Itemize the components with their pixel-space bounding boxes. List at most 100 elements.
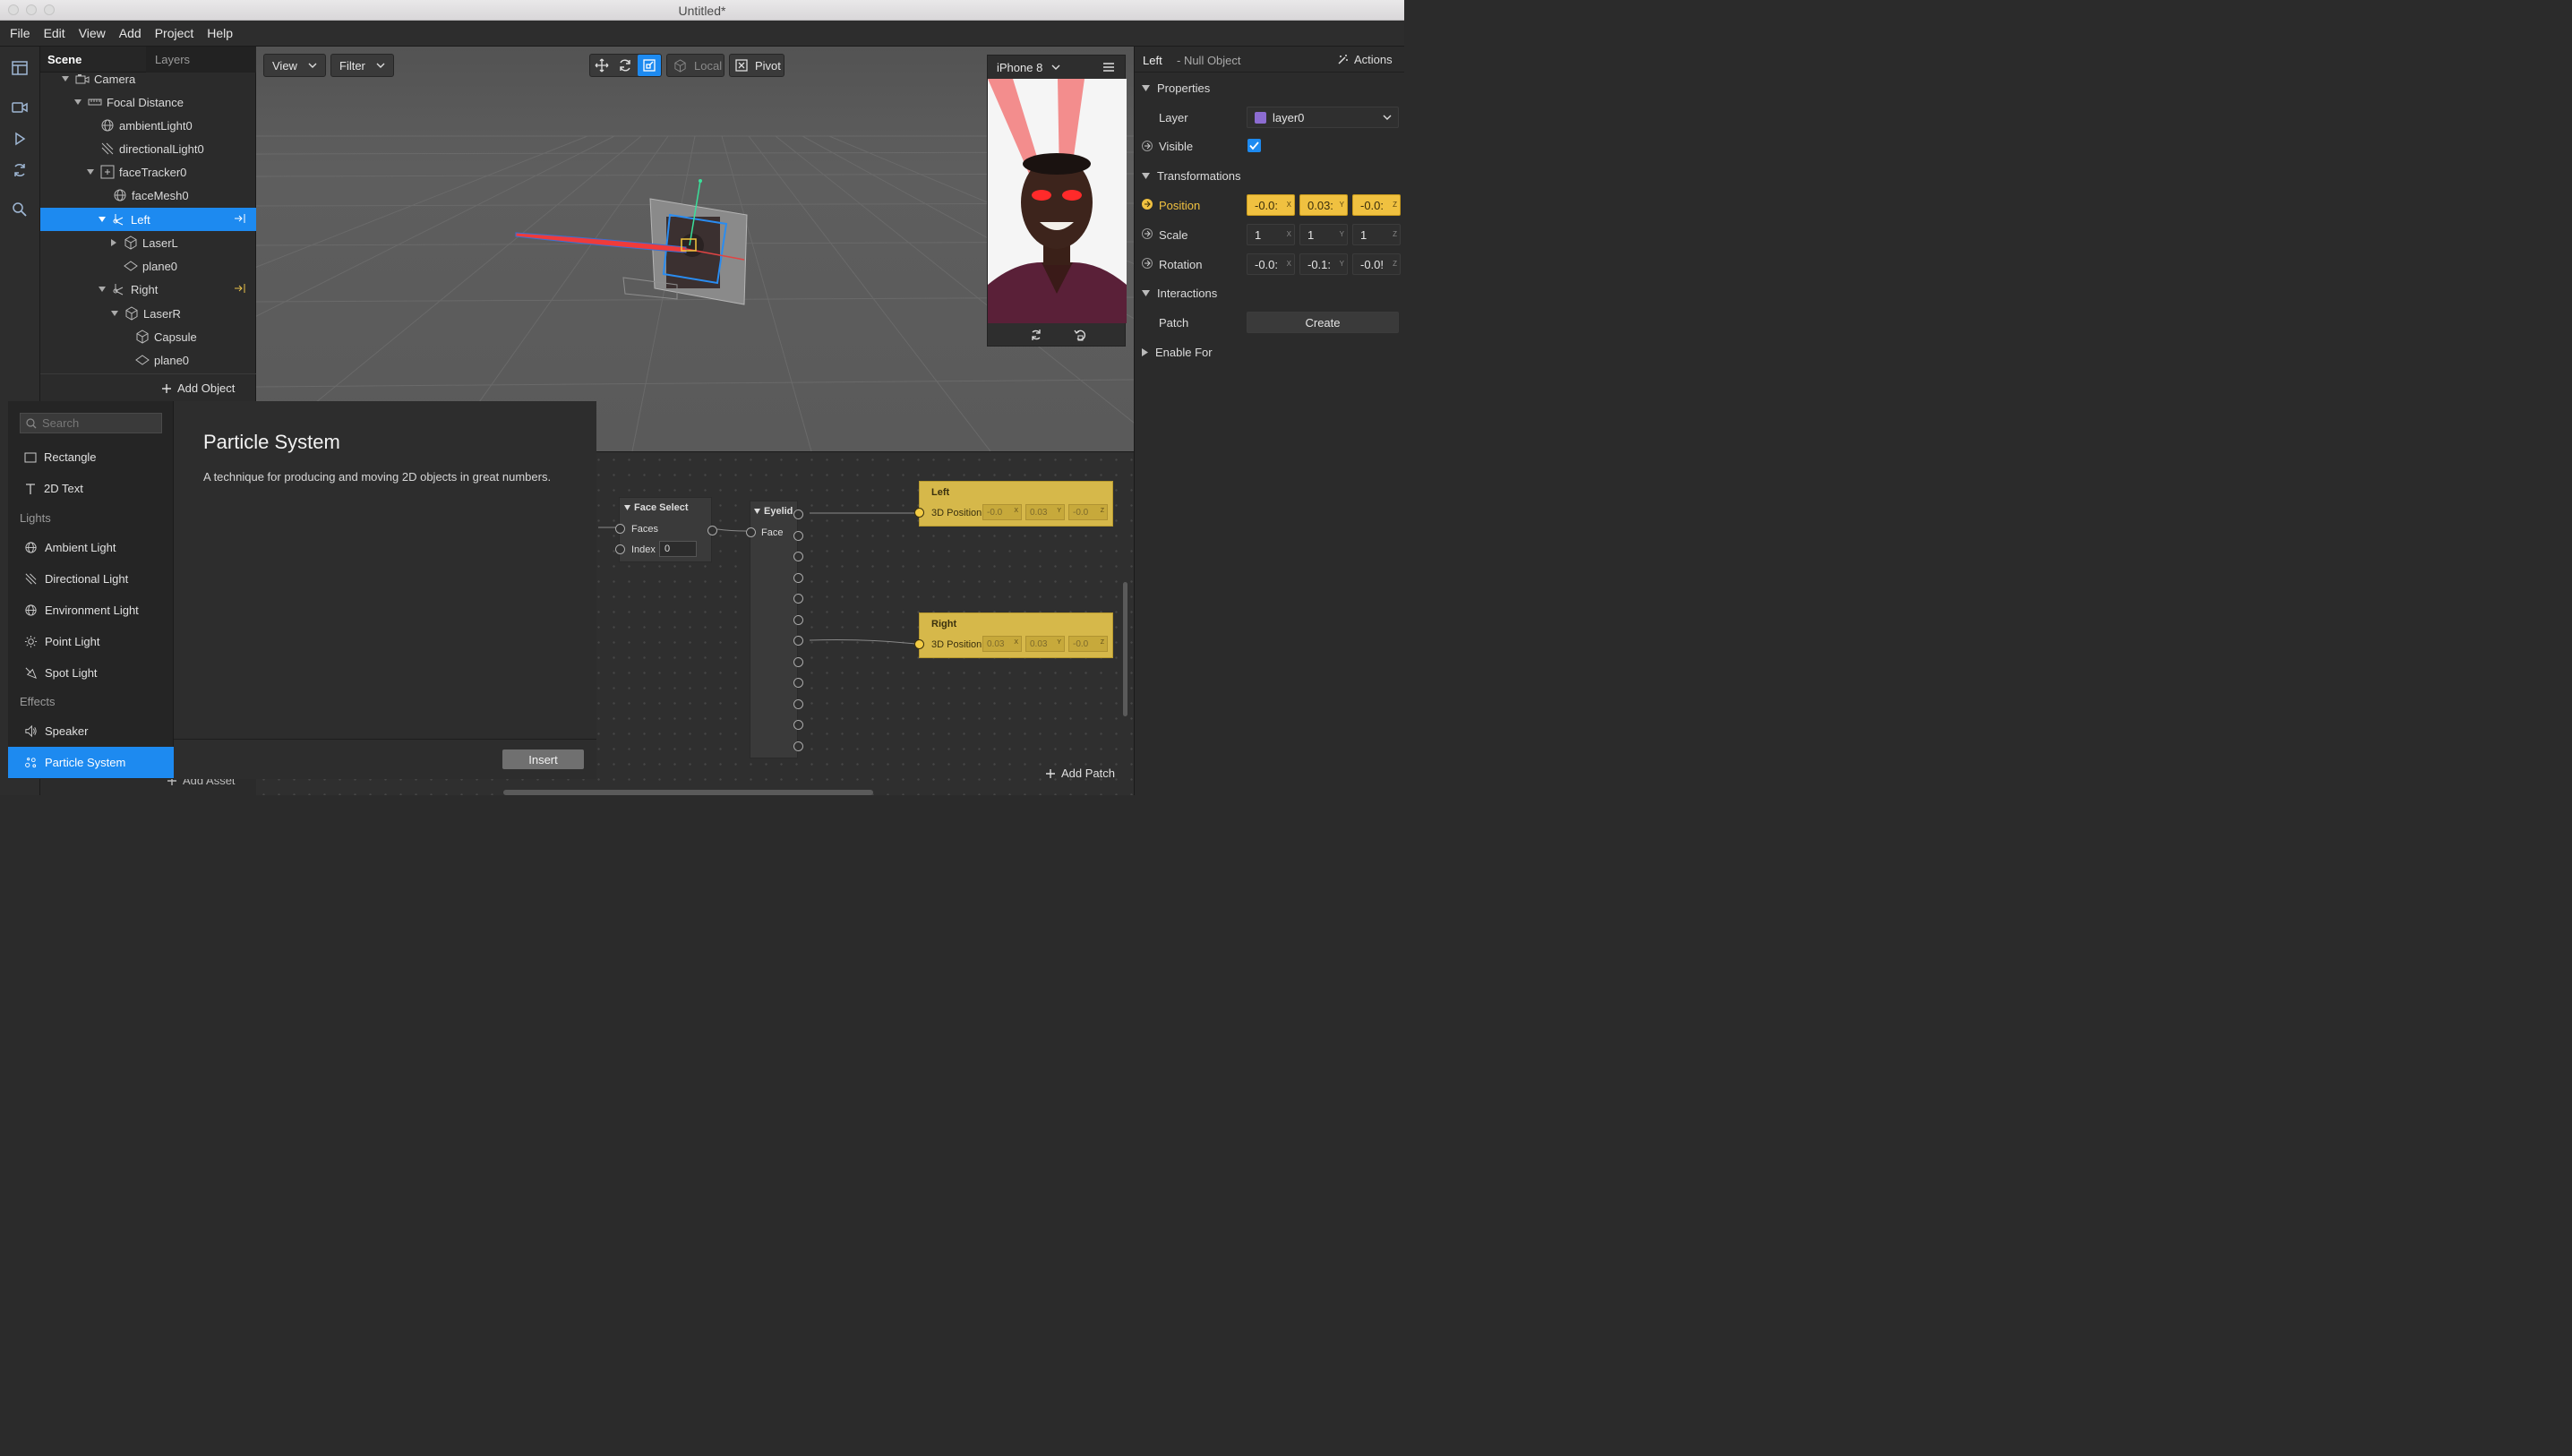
- item-spot-light[interactable]: Spot Light: [8, 657, 174, 689]
- tree-item-face-tracker[interactable]: faceTracker0: [40, 160, 256, 184]
- tree-item-capsule[interactable]: Capsule: [40, 325, 256, 348]
- reset-orientation-icon[interactable]: [1074, 329, 1086, 341]
- vertical-scrollbar[interactable]: [1123, 582, 1127, 716]
- eyelid-output-port[interactable]: [793, 552, 803, 561]
- scale-tool-icon[interactable]: [637, 55, 661, 76]
- item-speaker[interactable]: Speaker: [8, 715, 174, 747]
- item-directional-light[interactable]: Directional Light: [8, 563, 174, 595]
- tab-scene[interactable]: Scene: [47, 53, 81, 66]
- search-icon[interactable]: [11, 201, 29, 218]
- left-position-patch[interactable]: Left 3D Position -0.0 X 0.03 Y -0.0 Z: [914, 481, 1113, 527]
- eyelid-output-port[interactable]: [793, 720, 803, 730]
- create-patch-button[interactable]: Create: [1247, 312, 1399, 333]
- eyelid-output-port[interactable]: [793, 698, 803, 709]
- eyelid-output-port[interactable]: [793, 656, 803, 667]
- left-3d-position-port[interactable]: [914, 508, 924, 518]
- item-rectangle[interactable]: Rectangle: [8, 441, 174, 473]
- menu-project[interactable]: Project: [155, 26, 194, 40]
- play-icon[interactable]: [11, 130, 29, 148]
- hamburger-menu-icon[interactable]: [1103, 63, 1114, 72]
- item-2d-text[interactable]: 2D Text: [8, 473, 174, 504]
- expand-arrow-icon[interactable]: [86, 167, 95, 176]
- scale-z-field[interactable]: 1Z: [1352, 224, 1401, 245]
- menu-view[interactable]: View: [79, 26, 106, 40]
- right-z-field[interactable]: -0.0 Z: [1068, 636, 1108, 652]
- connect-arrow-icon[interactable]: [1142, 199, 1153, 210]
- eyelid-output-port[interactable]: [793, 636, 803, 646]
- tree-item-plane0-right[interactable]: plane0: [40, 348, 256, 372]
- eyelid-output-port[interactable]: [793, 530, 803, 541]
- face-input-port[interactable]: [746, 527, 756, 537]
- visible-checkbox[interactable]: [1247, 139, 1261, 152]
- face-select-patch[interactable]: Face Select Faces Index 0: [615, 497, 717, 562]
- local-button[interactable]: Local: [666, 54, 724, 77]
- position-y-field[interactable]: 0.03: Y: [1299, 194, 1348, 216]
- rotate-tool-icon[interactable]: [613, 55, 637, 76]
- tree-item-left[interactable]: Left: [40, 208, 256, 231]
- filter-dropdown[interactable]: Filter: [330, 54, 394, 77]
- tree-item-focal-distance[interactable]: Focal Distance: [40, 90, 256, 114]
- expand-arrow-icon[interactable]: [110, 309, 119, 318]
- insert-button[interactable]: Insert: [502, 749, 584, 769]
- expand-arrow-icon[interactable]: [98, 215, 107, 224]
- rotate-device-icon[interactable]: [1030, 329, 1042, 341]
- face-output-port[interactable]: [707, 526, 717, 535]
- menu-file[interactable]: File: [10, 26, 30, 40]
- expand-arrow-icon[interactable]: [61, 74, 70, 83]
- tab-layers[interactable]: Layers: [155, 53, 190, 66]
- connect-arrow-icon[interactable]: [1142, 141, 1153, 151]
- tree-item-directional-light[interactable]: directionalLight0: [40, 137, 256, 160]
- rotation-z-field[interactable]: -0.0! Z: [1352, 253, 1401, 275]
- menu-help[interactable]: Help: [207, 26, 233, 40]
- index-input[interactable]: 0: [659, 541, 697, 557]
- left-x-field[interactable]: -0.0 X: [982, 504, 1022, 520]
- item-environment-light[interactable]: Environment Light: [8, 595, 174, 626]
- move-tool-icon[interactable]: [590, 55, 613, 76]
- menu-edit[interactable]: Edit: [44, 26, 65, 40]
- connect-arrow-icon[interactable]: [1142, 258, 1153, 269]
- tree-item-laserr[interactable]: LaserR: [40, 302, 256, 325]
- position-x-field[interactable]: -0.0: X: [1247, 194, 1295, 216]
- scale-y-field[interactable]: 1Y: [1299, 224, 1348, 245]
- search-input[interactable]: Search: [20, 413, 162, 433]
- tree-item-ambient-light[interactable]: ambientLight0: [40, 114, 256, 137]
- expand-arrow-icon[interactable]: [98, 285, 107, 294]
- video-icon[interactable]: [11, 98, 29, 116]
- eyelid-output-port[interactable]: [793, 510, 803, 519]
- tree-item-plane0[interactable]: plane0: [40, 254, 256, 278]
- link-arrow-icon[interactable]: [234, 213, 246, 224]
- add-patch-button[interactable]: Add Patch: [1045, 767, 1115, 780]
- rotation-y-field[interactable]: -0.1: Y: [1299, 253, 1348, 275]
- transformations-section[interactable]: Transformations: [1142, 169, 1240, 183]
- eyelid-output-port[interactable]: [793, 594, 803, 604]
- menu-add[interactable]: Add: [119, 26, 141, 40]
- right-position-patch[interactable]: Right 3D Position 0.03 X 0.03 Y -0.0 Z: [914, 612, 1113, 658]
- item-point-light[interactable]: Point Light: [8, 626, 174, 657]
- eyelid-output-port[interactable]: [793, 614, 803, 625]
- actions-button[interactable]: Actions: [1337, 53, 1393, 66]
- right-x-field[interactable]: 0.03 X: [982, 636, 1022, 652]
- interactions-section[interactable]: Interactions: [1142, 287, 1217, 300]
- add-object-button[interactable]: Add Object: [161, 381, 235, 395]
- item-particle-system[interactable]: Particle System: [8, 747, 174, 778]
- right-y-field[interactable]: 0.03 Y: [1025, 636, 1065, 652]
- position-z-field[interactable]: -0.0: Z: [1352, 194, 1401, 216]
- tree-item-right[interactable]: Right: [40, 278, 256, 301]
- tree-item-face-mesh[interactable]: faceMesh0: [40, 184, 256, 207]
- eyelid-patch[interactable]: Eyelid Face: [746, 501, 803, 758]
- eyelid-output-port[interactable]: [793, 678, 803, 688]
- horizontal-scrollbar[interactable]: [503, 790, 873, 795]
- layer-dropdown[interactable]: layer0: [1247, 107, 1399, 128]
- properties-section[interactable]: Properties: [1142, 81, 1210, 95]
- collapsed-arrow-icon[interactable]: [109, 238, 118, 247]
- left-y-field[interactable]: 0.03 Y: [1025, 504, 1065, 520]
- item-ambient-light[interactable]: Ambient Light: [8, 532, 174, 563]
- left-z-field[interactable]: -0.0 Z: [1068, 504, 1108, 520]
- eyelid-output-port[interactable]: [793, 741, 803, 751]
- enable-for-section[interactable]: Enable For: [1142, 346, 1213, 359]
- eyelid-output-port[interactable]: [793, 572, 803, 583]
- refresh-icon[interactable]: [11, 161, 29, 179]
- pivot-button[interactable]: Pivot: [729, 54, 784, 77]
- scale-x-field[interactable]: 1X: [1247, 224, 1295, 245]
- faces-input-port[interactable]: [615, 524, 625, 534]
